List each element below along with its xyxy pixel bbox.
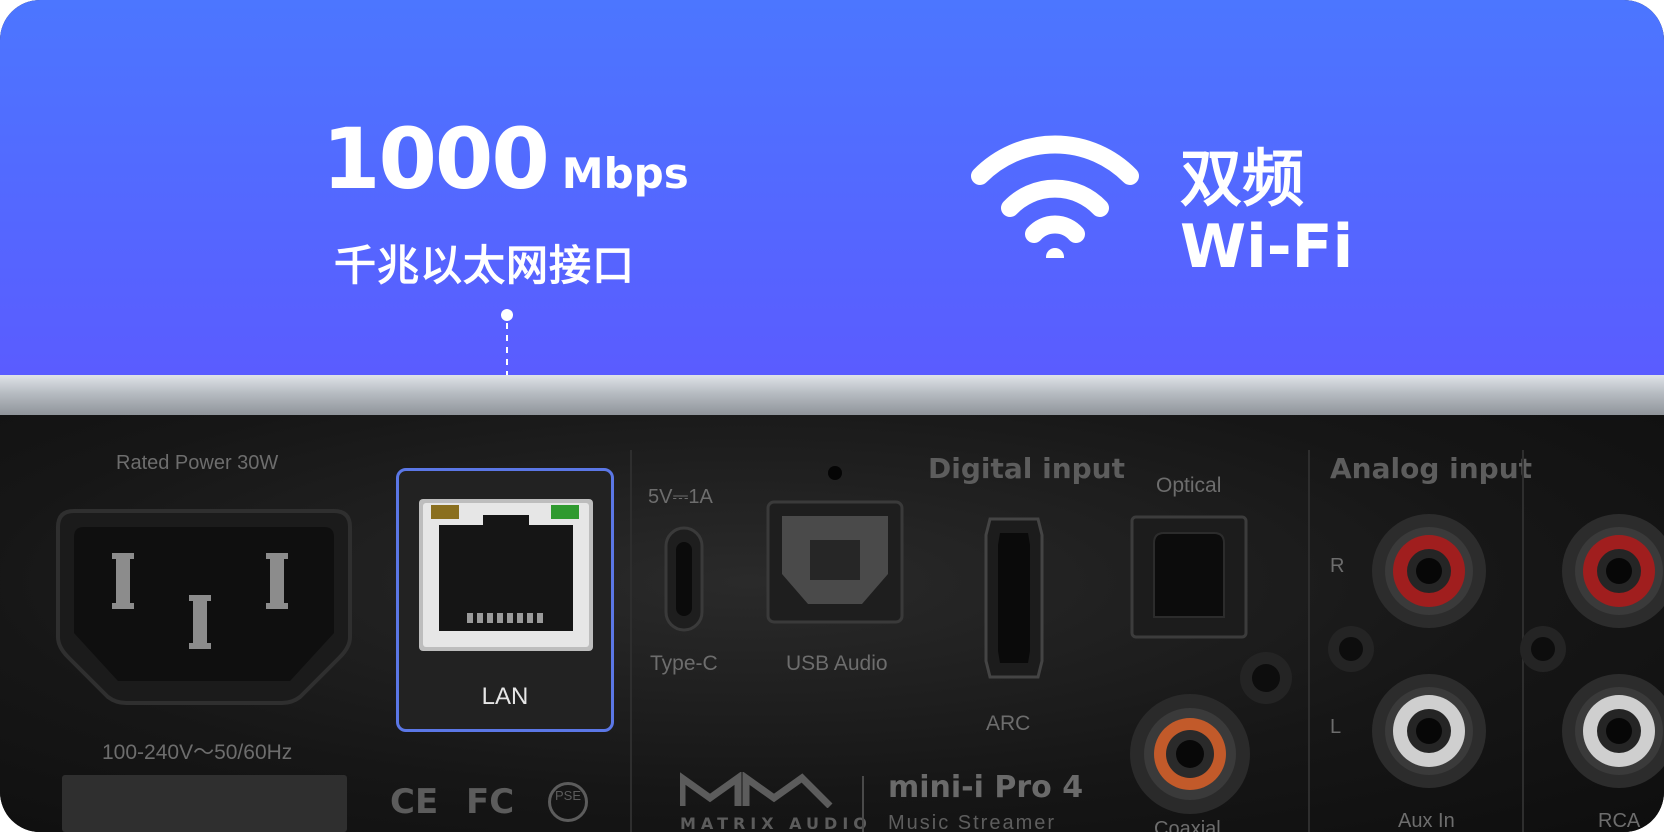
aux-in-label: Aux In bbox=[1398, 810, 1455, 832]
wifi-title-en: Wi-Fi bbox=[1180, 212, 1354, 282]
chassis-top-edge bbox=[0, 375, 1664, 415]
rca-label: RCA bbox=[1598, 810, 1641, 832]
speed-unit: Mbps bbox=[561, 149, 689, 198]
rated-power-label: Rated Power 30W bbox=[116, 452, 279, 474]
hdmi-arc-port bbox=[984, 517, 1044, 679]
aux-screw bbox=[1328, 626, 1374, 672]
rca-r-port bbox=[1562, 514, 1664, 628]
channel-l-label: L bbox=[1330, 716, 1342, 738]
wifi-icon bbox=[971, 135, 1139, 258]
usbc-label: Type-C bbox=[650, 652, 718, 675]
matrix-audio-logo bbox=[680, 772, 833, 808]
coaxial-label: Coaxial bbox=[1154, 818, 1221, 832]
coaxial-port bbox=[1130, 694, 1250, 814]
optical-label: Optical bbox=[1156, 474, 1222, 497]
usb-audio-label: USB Audio bbox=[786, 652, 888, 675]
ethernet-port-icon bbox=[419, 499, 593, 651]
aux-in-r-port bbox=[1372, 514, 1486, 628]
aux-in-l-port bbox=[1372, 674, 1486, 788]
rca-screw bbox=[1520, 626, 1566, 672]
lan-speed: 1000 Mbps bbox=[322, 110, 689, 210]
usb-led bbox=[828, 466, 842, 480]
model-name: mini-i Pro 4 bbox=[888, 770, 1084, 805]
feature-banner: 1000 Mbps 千兆以太网接口 双频 Wi-Fi bbox=[0, 0, 1664, 375]
arc-label: ARC bbox=[986, 712, 1031, 735]
lan-label: LAN bbox=[481, 683, 529, 710]
panel-divider-2 bbox=[1308, 450, 1310, 832]
lan-port-highlight: LAN bbox=[396, 468, 614, 732]
usb-b-port bbox=[766, 500, 904, 624]
wifi-title-cn: 双频 bbox=[1180, 142, 1305, 215]
rca-l-port bbox=[1562, 674, 1664, 788]
brand-divider bbox=[862, 776, 864, 832]
power-inlet bbox=[56, 509, 352, 705]
speed-value: 1000 bbox=[322, 110, 550, 208]
usbc-rating: 5V⎓1A bbox=[648, 486, 713, 508]
product-feature-image: 1000 Mbps 千兆以太网接口 双频 Wi-Fi Rated Power 3… bbox=[0, 0, 1664, 832]
digital-input-heading: Digital input bbox=[928, 452, 1125, 485]
panel-divider-1 bbox=[630, 450, 632, 832]
voltage-label: 100-240V～50/60Hz bbox=[102, 741, 293, 764]
usb-c-port bbox=[664, 526, 704, 632]
serial-plate bbox=[62, 775, 347, 832]
lan-caption: 千兆以太网接口 bbox=[334, 241, 636, 290]
optical-port bbox=[1130, 515, 1248, 639]
brand-name: MATRIX AUDIO bbox=[680, 814, 872, 832]
analog-input-heading: Analog input bbox=[1330, 452, 1533, 485]
fcc-mark: FC bbox=[466, 782, 515, 822]
pse-mark: PSE bbox=[548, 782, 588, 822]
channel-r-label: R bbox=[1330, 555, 1345, 577]
model-subtitle: Music Streamer bbox=[888, 812, 1057, 832]
ce-mark: CE bbox=[390, 782, 439, 822]
